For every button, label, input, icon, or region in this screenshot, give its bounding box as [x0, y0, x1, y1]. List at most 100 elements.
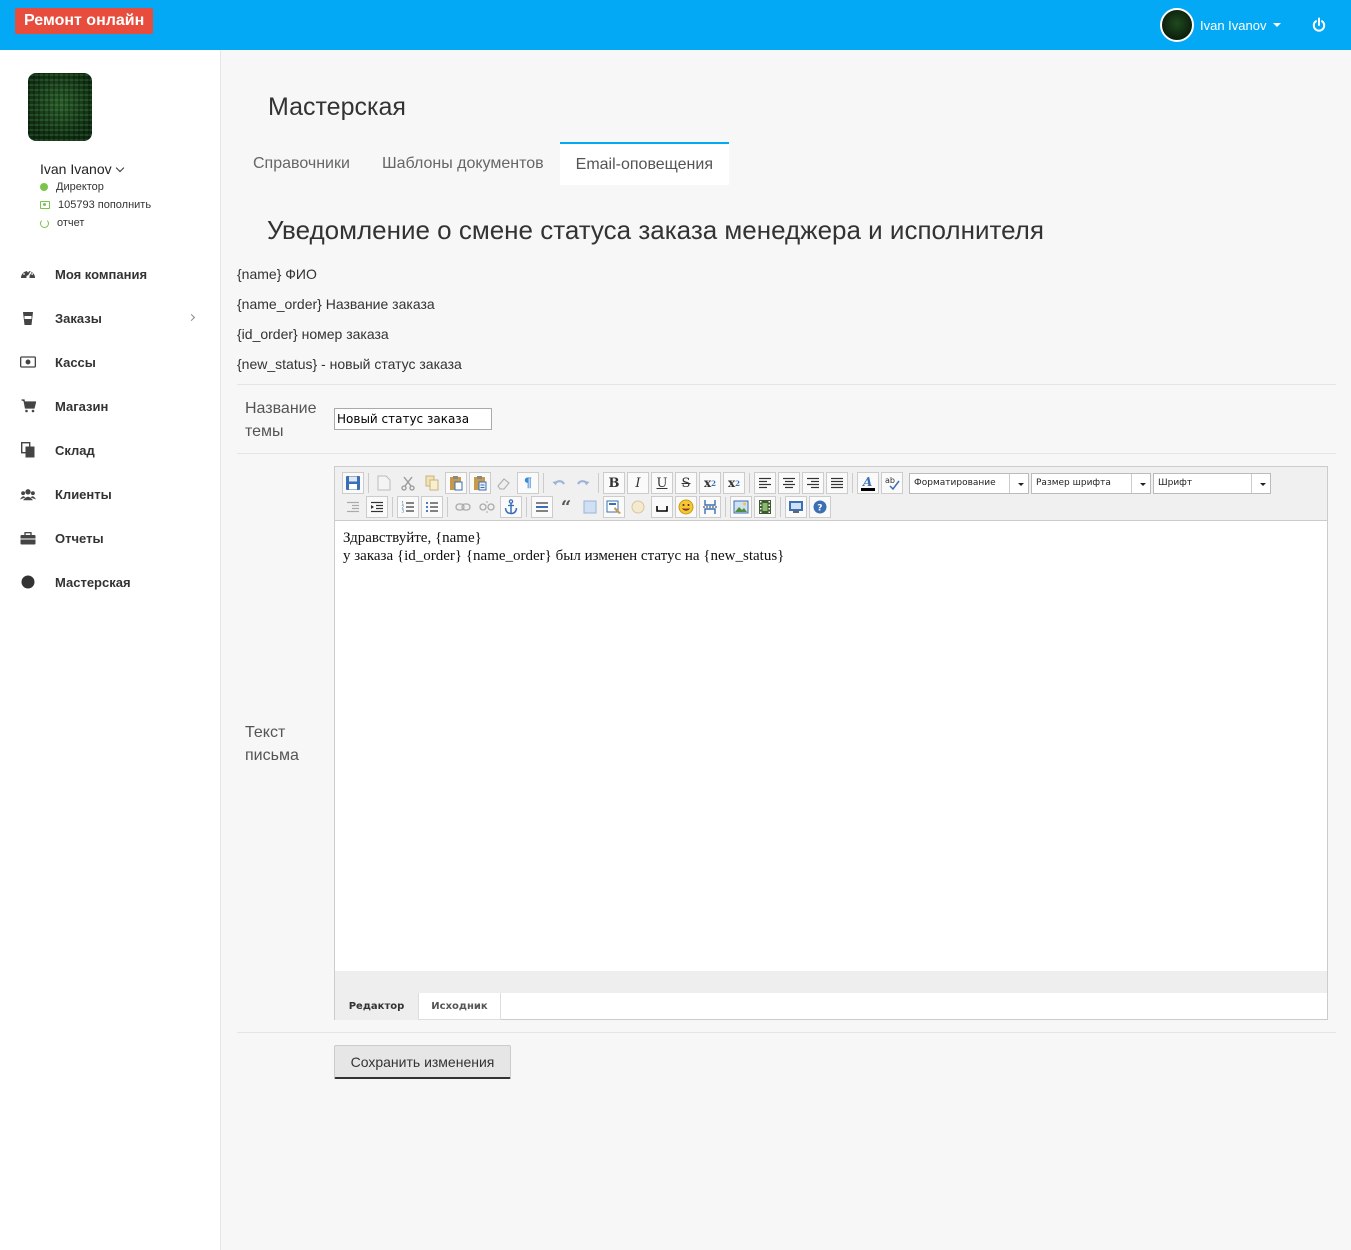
toolbar-separator — [780, 497, 781, 517]
dropdown-arrow-icon — [1260, 482, 1266, 486]
indent-icon[interactable] — [366, 496, 388, 518]
svg-text:?: ? — [817, 504, 822, 514]
balance-label[interactable]: 105793 пополнить — [58, 199, 151, 211]
bullet-list-icon[interactable] — [421, 496, 443, 518]
users-icon — [20, 486, 36, 502]
align-left-icon[interactable] — [754, 472, 776, 494]
user-menu[interactable]: Ivan Ivanov — [1160, 8, 1281, 42]
spellcheck-icon[interactable]: ab — [881, 472, 903, 494]
redo-icon[interactable] — [572, 472, 594, 494]
link-icon[interactable] — [452, 496, 474, 518]
profile-avatar[interactable] — [28, 73, 92, 141]
tab-editor-mode[interactable]: Редактор — [335, 993, 418, 1020]
paragraph-icon[interactable]: ¶ — [517, 472, 539, 494]
nbsp-icon[interactable] — [651, 496, 673, 518]
strikethrough-icon[interactable]: S — [675, 472, 697, 494]
tab-email-notifications[interactable]: Email-оповещения — [559, 142, 729, 185]
paste-text-icon[interactable] — [469, 472, 491, 494]
role-row: Директор — [40, 181, 104, 193]
caret-down-icon — [1272, 23, 1281, 27]
balance-row[interactable]: 105793 пополнить — [40, 199, 151, 211]
tab-source-mode[interactable]: Исходник — [418, 993, 501, 1020]
tab-bar: Справочники Шаблоны документов Email-опо… — [237, 142, 729, 185]
superscript-icon[interactable]: x2 — [723, 472, 745, 494]
image-icon[interactable] — [730, 496, 752, 518]
cart-icon — [20, 398, 36, 414]
tab-document-templates[interactable]: Шаблоны документов — [366, 142, 560, 185]
font-size-select-label: Размер шрифта — [1036, 478, 1111, 488]
unlink-icon[interactable] — [476, 496, 498, 518]
paste-icon[interactable] — [445, 472, 467, 494]
variable-hint: {id_order} номер заказа — [237, 326, 389, 342]
tab-references[interactable]: Справочники — [237, 142, 366, 185]
copy-icon[interactable] — [421, 472, 443, 494]
sidebar-item-cash[interactable]: Кассы — [0, 340, 220, 384]
sidebar-item-orders[interactable]: Заказы — [0, 296, 220, 340]
sidebar-item-company[interactable]: Моя компания — [0, 252, 220, 296]
italic-icon[interactable]: I — [627, 472, 649, 494]
wysiwyg-editor: ¶ B I U S x2 x2 A ab Форматирование Разм… — [334, 466, 1328, 1020]
save-icon[interactable] — [342, 472, 364, 494]
sidebar-item-shop[interactable]: Магазин — [0, 384, 220, 428]
sidebar-item-clients[interactable]: Клиенты — [0, 472, 220, 516]
video-icon[interactable] — [754, 496, 776, 518]
user-name: Ivan Ivanov — [1200, 17, 1267, 33]
top-navbar: Ремонт онлайн Ivan Ivanov — [0, 0, 1351, 50]
align-justify-icon[interactable] — [826, 472, 848, 494]
sidebar-item-label: Клиенты — [55, 486, 112, 502]
cut-icon[interactable] — [397, 472, 419, 494]
smiley-icon[interactable] — [675, 496, 697, 518]
text-color-icon[interactable]: A — [857, 472, 879, 494]
sidebar-item-workshop[interactable]: Мастерская — [0, 560, 220, 604]
subject-input[interactable] — [334, 408, 492, 430]
fullscreen-icon[interactable] — [579, 496, 601, 518]
sidebar-item-label: Склад — [55, 442, 95, 458]
align-center-icon[interactable] — [778, 472, 800, 494]
refresh-icon — [40, 218, 49, 228]
blockquote-icon[interactable]: “ — [555, 496, 577, 518]
status-dot-icon — [40, 183, 48, 191]
font-size-select[interactable]: Размер шрифта — [1031, 472, 1151, 494]
align-right-icon[interactable] — [802, 472, 824, 494]
new-page-icon[interactable] — [373, 472, 395, 494]
horizontal-rule-icon[interactable] — [531, 496, 553, 518]
special-char-icon[interactable] — [627, 496, 649, 518]
divider — [237, 384, 1336, 385]
sidebar-menu: Моя компания Заказы Кассы Магазин Склад … — [0, 252, 220, 604]
outdent-icon[interactable] — [342, 496, 364, 518]
format-select[interactable]: Форматирование — [909, 472, 1029, 494]
toolbar-separator — [543, 473, 544, 493]
editor-content[interactable]: Здравствуйте, {name} у заказа {id_order}… — [335, 521, 1327, 971]
eraser-icon[interactable] — [493, 472, 515, 494]
sidebar-item-label: Отчеты — [55, 530, 104, 546]
briefcase-icon — [20, 530, 36, 546]
variable-hint: {name_order} Название заказа — [237, 296, 435, 312]
undo-icon[interactable] — [548, 472, 570, 494]
chevron-right-icon — [187, 313, 196, 322]
maximize-icon[interactable] — [785, 496, 807, 518]
select-divider — [1131, 473, 1132, 493]
editor-toolbar: ¶ B I U S x2 x2 A ab Форматирование Разм… — [335, 467, 1327, 521]
page-title: Мастерская — [268, 93, 406, 121]
underline-icon[interactable]: U — [651, 472, 673, 494]
report-link[interactable]: отчет — [57, 217, 84, 229]
save-button[interactable]: Сохранить изменения — [334, 1045, 511, 1079]
svg-text:ab: ab — [885, 476, 895, 485]
report-row[interactable]: отчет — [40, 217, 84, 229]
toolbar-row-1: ¶ B I U S x2 x2 A ab Форматирование Разм… — [342, 471, 1273, 495]
numbered-list-icon[interactable]: 123 — [397, 496, 419, 518]
page-break-icon[interactable] — [699, 496, 721, 518]
templates-icon[interactable] — [603, 496, 625, 518]
power-icon[interactable] — [1311, 17, 1327, 33]
brand-logo[interactable]: Ремонт онлайн — [15, 8, 154, 34]
anchor-icon[interactable] — [500, 496, 522, 518]
cup-icon — [20, 310, 36, 326]
bold-icon[interactable]: B — [603, 472, 625, 494]
profile-name[interactable]: Ivan Ivanov — [40, 161, 124, 177]
subscript-icon[interactable]: x2 — [699, 472, 721, 494]
font-family-select[interactable]: Шрифт — [1153, 472, 1271, 494]
sidebar-item-warehouse[interactable]: Склад — [0, 428, 220, 472]
subject-label: Название темы — [245, 400, 317, 440]
sidebar-item-reports[interactable]: Отчеты — [0, 516, 220, 560]
help-icon[interactable]: ? — [809, 496, 831, 518]
